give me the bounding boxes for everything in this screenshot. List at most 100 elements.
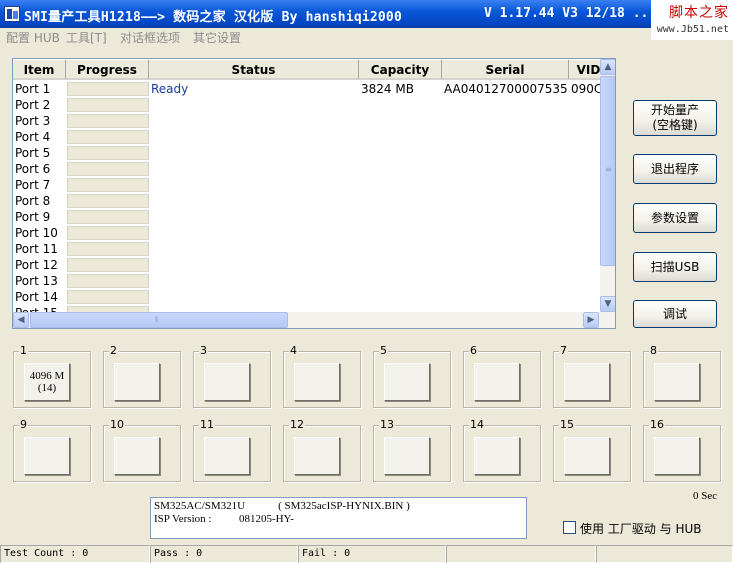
row-capacity: [361, 113, 441, 129]
row-status: [151, 129, 356, 145]
slot-button[interactable]: [204, 437, 250, 475]
factory-driver-hub-label[interactable]: 使用 工厂驱动 与 HUB: [580, 520, 701, 537]
vertical-scrollbar[interactable]: ▲ ≡ ▼: [600, 59, 615, 312]
scroll-left-button[interactable]: ◀: [13, 312, 29, 328]
slot-number: 10: [109, 418, 125, 431]
slot-button[interactable]: [384, 363, 430, 401]
vertical-scroll-thumb[interactable]: ≡: [600, 76, 615, 266]
horizontal-scroll-thumb[interactable]: ⦀: [30, 312, 288, 328]
start-production-button[interactable]: 开始量产 (空格键): [633, 100, 717, 136]
row-status: [151, 273, 356, 289]
table-row[interactable]: Port 5: [13, 145, 603, 161]
row-progress-bar: [67, 162, 149, 176]
row-vid: [571, 145, 601, 161]
row-capacity: [361, 225, 441, 241]
table-row[interactable]: Port 14: [13, 289, 603, 305]
row-capacity: [361, 241, 441, 257]
slot-button[interactable]: [294, 437, 340, 475]
table-row[interactable]: Port 7: [13, 177, 603, 193]
row-item: Port 10: [15, 226, 58, 240]
table-row[interactable]: Port 13: [13, 273, 603, 289]
row-status: [151, 225, 356, 241]
row-progress-bar: [67, 146, 149, 160]
slot-button[interactable]: [474, 363, 520, 401]
scroll-down-button[interactable]: ▼: [600, 296, 615, 312]
debug-button[interactable]: 调试: [633, 300, 717, 328]
start-button-shortcut: (空格键): [652, 118, 698, 132]
menu-tools[interactable]: 工具[T]: [66, 29, 107, 46]
chip-info-box: SM325AC/SM321U ( SM325acISP-HYNIX.BIN ) …: [150, 497, 527, 539]
row-capacity: [361, 97, 441, 113]
slot-button[interactable]: [384, 437, 430, 475]
row-status: [151, 193, 356, 209]
slot-button[interactable]: [564, 437, 610, 475]
row-item: Port 7: [15, 178, 51, 192]
row-serial: [444, 209, 568, 225]
row-status: [151, 209, 356, 225]
port-list[interactable]: Item Progress Status Capacity Serial VID…: [12, 58, 616, 329]
row-serial: [444, 273, 568, 289]
column-progress[interactable]: Progress: [66, 60, 149, 80]
row-capacity: [361, 289, 441, 305]
slot-number: 14: [469, 418, 485, 431]
row-status: [151, 241, 356, 257]
exit-button[interactable]: 退出程序: [633, 154, 717, 184]
row-vid: [571, 161, 601, 177]
column-capacity[interactable]: Capacity: [359, 60, 442, 80]
row-item: Port 14: [15, 290, 58, 304]
slot-button[interactable]: [294, 363, 340, 401]
row-item: Port 9: [15, 210, 51, 224]
slot-button[interactable]: [654, 437, 700, 475]
pass-count: Pass : 0: [150, 545, 298, 563]
row-status: [151, 145, 356, 161]
table-row[interactable]: Port 9: [13, 209, 603, 225]
table-row[interactable]: Port 8: [13, 193, 603, 209]
watermark: 脚本之家 www.Jb51.net: [651, 0, 733, 40]
table-row[interactable]: Port 6: [13, 161, 603, 177]
row-serial: [444, 225, 568, 241]
slot-number: 13: [379, 418, 395, 431]
column-serial[interactable]: Serial: [442, 60, 569, 80]
scroll-right-button[interactable]: ▶: [583, 312, 599, 328]
slot-button[interactable]: [654, 363, 700, 401]
table-row[interactable]: Port 10: [13, 225, 603, 241]
slot-button[interactable]: [114, 363, 160, 401]
row-status: [151, 289, 356, 305]
row-progress-bar: [67, 258, 149, 272]
app-icon: [4, 6, 20, 22]
factory-driver-hub-checkbox[interactable]: [563, 521, 576, 534]
scan-usb-button[interactable]: 扫描USB: [633, 252, 717, 282]
slot-number: 12: [289, 418, 305, 431]
row-vid: [571, 193, 601, 209]
row-serial: [444, 193, 568, 209]
row-item: Port 13: [15, 274, 58, 288]
fail-count: Fail : 0: [298, 545, 446, 563]
table-row[interactable]: Port 3: [13, 113, 603, 129]
table-row[interactable]: Port 4: [13, 129, 603, 145]
row-status: [151, 97, 356, 113]
menu-config-hub[interactable]: 配置 HUB: [6, 29, 60, 46]
table-row[interactable]: Port 2: [13, 97, 603, 113]
slot-button[interactable]: [474, 437, 520, 475]
row-status: [151, 177, 356, 193]
slot-button[interactable]: [24, 437, 70, 475]
column-item[interactable]: Item: [13, 60, 66, 80]
slot-button[interactable]: [204, 363, 250, 401]
row-item: Port 3: [15, 114, 51, 128]
settings-button[interactable]: 参数设置: [633, 203, 717, 233]
slot-button[interactable]: [114, 437, 160, 475]
table-row[interactable]: Port 1 Ready 3824 MB AA04012700007535 090C: [13, 81, 603, 97]
title-bar[interactable]: SMI量产工具H1218——> 数码之家 汉化版 By hanshiqi2000…: [0, 0, 733, 28]
row-serial: [444, 129, 568, 145]
menu-other-settings[interactable]: 其它设置: [193, 29, 241, 46]
slot-button[interactable]: [564, 363, 610, 401]
table-row[interactable]: Port 12: [13, 257, 603, 273]
scroll-up-button[interactable]: ▲: [600, 59, 615, 75]
table-row[interactable]: Port 11: [13, 241, 603, 257]
row-progress-bar: [67, 274, 149, 288]
column-status[interactable]: Status: [149, 60, 359, 80]
horizontal-scrollbar[interactable]: ◀ ⦀ ▶: [13, 312, 615, 328]
slot-button[interactable]: 4096 M (14): [24, 363, 70, 401]
menu-dialog-options[interactable]: 对话框选项: [120, 29, 180, 46]
grip-icon: ⦀: [155, 315, 159, 324]
